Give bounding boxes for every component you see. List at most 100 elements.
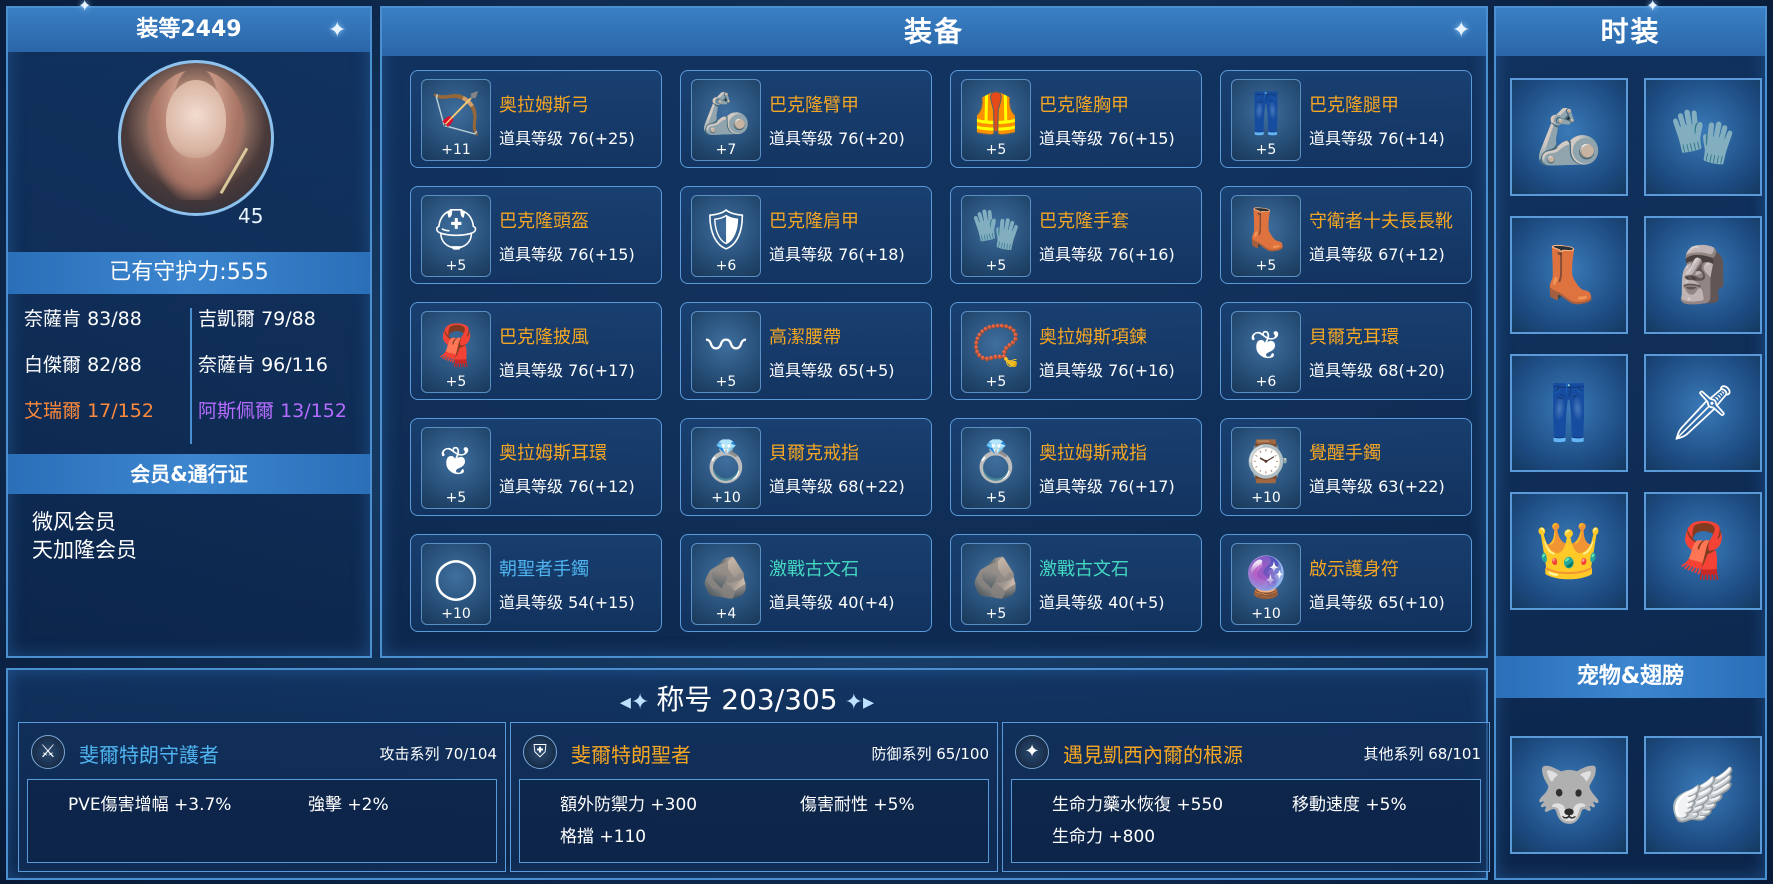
- stat-entry: 吉凱爾 79/88: [198, 304, 316, 331]
- pet-icon[interactable]: 🐺: [1510, 736, 1628, 854]
- item-name: 貝爾克戒指: [769, 443, 859, 464]
- enhance-level: +6: [715, 258, 737, 274]
- enhance-level: +10: [441, 606, 471, 622]
- title-bonus-box: 生命力藥水恢復 +550 移動速度 +5% 生命力 +800: [1011, 779, 1481, 863]
- equipment-slot[interactable]: 🪨 +5 激戰古文石道具等级 40(+5): [950, 534, 1202, 632]
- title-bonus: 強擊 +2%: [308, 795, 389, 815]
- earring-icon: ❦ +5: [421, 427, 491, 509]
- costume-mask-icon[interactable]: 🗿: [1644, 216, 1762, 334]
- item-level: 道具等级 40(+5): [1039, 593, 1165, 612]
- item-glyph: 🪨: [971, 555, 1021, 601]
- enhance-level: +5: [985, 142, 1007, 158]
- title-bonus: 傷害耐性 +5%: [800, 795, 915, 815]
- enhance-level: +10: [1251, 606, 1281, 622]
- costume-pants-icon[interactable]: 👖: [1510, 354, 1628, 472]
- item-name: 奥拉姆斯弓: [499, 95, 589, 116]
- item-level: 道具等级 76(+25): [499, 129, 635, 148]
- item-level-header: 装等2449: [8, 8, 370, 52]
- costume-boots-icon[interactable]: 👢: [1510, 216, 1628, 334]
- equipment-slot[interactable]: 🔮 +10 啟示護身符 道具等级 65(+10): [1220, 534, 1472, 632]
- stat-entry: 奈薩肯 83/88: [24, 304, 142, 331]
- title-bonus-box: PVE傷害增幅 +3.7% 強擊 +2%: [27, 779, 497, 863]
- equipment-slot[interactable]: ⌚ +10 覺醒手鐲 道具等级 63(+22): [1220, 418, 1472, 516]
- equipment-slot[interactable]: 👢 +5 守衛者十夫長長靴 道具等级 67(+12): [1220, 186, 1472, 284]
- costume-glove-icon[interactable]: 🧤: [1644, 78, 1762, 196]
- enhance-level: +7: [715, 142, 737, 158]
- item-level: 道具等级 54(+15): [499, 593, 635, 612]
- title-bonus: 格擋 +110: [560, 827, 647, 847]
- title-name: 斐爾特朗聖者: [571, 743, 691, 767]
- item-level: 道具等级 76(+17): [499, 361, 635, 380]
- item-glyph: 🏹: [431, 91, 481, 137]
- vip-line: 微风会员: [32, 510, 116, 534]
- equipment-slot[interactable]: 🏹 +11 奥拉姆斯弓道具等级 76(+25): [410, 70, 662, 168]
- equipment-slot[interactable]: 📿 +5 奥拉姆斯項鍊 道具等级 76(+16): [950, 302, 1202, 400]
- title-card[interactable]: ⚔ 斐爾特朗守護者 攻击系列 70/104 PVE傷害增幅 +3.7% 強擊 +2%: [18, 722, 506, 872]
- bracer-icon: 🦾 +7: [691, 79, 761, 161]
- item-glyph: 💍: [701, 439, 751, 485]
- item-glyph: 🦾: [701, 91, 751, 137]
- equipment-slot[interactable]: 🧣 +5 巴克隆披風 道具等级 76(+17): [410, 302, 662, 400]
- vip-line: 天加隆会员: [32, 538, 137, 562]
- equipment-slot[interactable]: 💍 +10 貝爾克戒指 道具等级 68(+22): [680, 418, 932, 516]
- enhance-level: +11: [441, 142, 471, 158]
- costume-bracer-icon[interactable]: 🦾: [1510, 78, 1628, 196]
- item-glyph: ❦: [439, 439, 473, 485]
- enhance-level: +5: [445, 374, 467, 390]
- bracelet-icon: ◯ +10: [421, 543, 491, 625]
- item-name: 奥拉姆斯戒指: [1039, 443, 1147, 464]
- equipment-slot[interactable]: 〰 +5 高潔腰帶 道具等级 65(+5): [680, 302, 932, 400]
- equipment-slot[interactable]: 🪨 +4 激戰古文石 道具等级 40(+4): [680, 534, 932, 632]
- item-name: 巴克隆頭盔: [499, 211, 589, 232]
- title-card[interactable]: ⛨ 斐爾特朗聖者 防御系列 65/100 額外防禦力 +300 傷害耐性 +5% 格擋 +…: [510, 722, 998, 872]
- enhance-level: +5: [985, 606, 1007, 622]
- chest-armor-icon: 🦺 +5: [961, 79, 1031, 161]
- guard-power: 已有守护力:555: [8, 252, 370, 294]
- costume-weapon-icon[interactable]: 🗡: [1644, 354, 1762, 472]
- item-glyph: 🦺: [971, 91, 1021, 137]
- item-name: 覺醒手鐲: [1309, 443, 1381, 464]
- stat-name: 奈薩肯: [24, 308, 82, 330]
- title-name: 遇見凱西內爾的根源: [1063, 743, 1243, 767]
- stat-value: 17/152: [87, 400, 154, 422]
- shoulder-armor-icon: 🛡 +6: [691, 195, 761, 277]
- equipment-slot[interactable]: ◯ +10 朝聖者手鐲 道具等级 54(+15): [410, 534, 662, 632]
- wings-icon[interactable]: 🪽: [1644, 736, 1762, 854]
- enhance-level: +5: [985, 258, 1007, 274]
- item-level: 道具等级 76(+12): [499, 477, 635, 496]
- title-bonus: 額外防禦力 +300: [560, 795, 698, 815]
- cape-icon: 🧣 +5: [421, 311, 491, 393]
- equipment-slot[interactable]: 💍 +5 奥拉姆斯戒指 道具等级 76(+17): [950, 418, 1202, 516]
- item-name: 激戰古文石: [1039, 559, 1129, 580]
- equipment-slot[interactable]: 🦺 +5 巴克隆胸甲 道具等级 76(+15): [950, 70, 1202, 168]
- equipment-slot[interactable]: 🧤 +5 巴克隆手套 道具等级 76(+16): [950, 186, 1202, 284]
- costume-cape-icon[interactable]: 🧣: [1644, 492, 1762, 610]
- portrait-face: [166, 80, 226, 158]
- equipment-slot[interactable]: ❦ +5 奥拉姆斯耳環 道具等级 76(+12): [410, 418, 662, 516]
- sparkle-icon: ✦: [328, 18, 347, 43]
- equipment-slot[interactable]: 🦾 +7 巴克隆臂甲 道具等级 76(+20): [680, 70, 932, 168]
- stat-name: 奈薩肯: [198, 354, 256, 376]
- belt-icon: 〰 +5: [691, 311, 761, 393]
- rune-stone-icon: 🪨 +4: [691, 543, 761, 625]
- title-name: 斐爾特朗守護者: [79, 743, 219, 767]
- title-bonus: PVE傷害增幅 +3.7%: [68, 795, 232, 815]
- item-name: 高潔腰帶: [769, 327, 841, 348]
- equipment-slot[interactable]: 👖 +5 巴克隆腿甲 道具等级 76(+14): [1220, 70, 1472, 168]
- equipment-slot[interactable]: ❦ +6 貝爾克耳環 道具等级 68(+20): [1220, 302, 1472, 400]
- equipment-slot[interactable]: 🛡 +6 巴克隆肩甲 道具等级 76(+18): [680, 186, 932, 284]
- costume-circlet-icon[interactable]: 👑: [1510, 492, 1628, 610]
- title-bonus: 移動速度 +5%: [1292, 795, 1407, 815]
- item-level: 道具等级 76(+17): [1039, 477, 1175, 496]
- enhance-level: +6: [1255, 374, 1277, 390]
- item-level: 道具等级 40(+4): [769, 593, 895, 612]
- ornament-left-icon: ◂✦: [619, 690, 657, 715]
- title-card[interactable]: ✦ 遇見凱西內爾的根源 其他系列 68/101 生命力藥水恢復 +550 移動速度 +5…: [1002, 722, 1490, 872]
- vip-header: 会员&通行证: [8, 454, 370, 494]
- stat-entry: 艾瑞爾 17/152: [24, 396, 154, 423]
- equipment-slot[interactable]: ⛑ +5 巴克隆頭盔 道具等级 76(+15): [410, 186, 662, 284]
- item-level: 道具等级 68(+20): [1309, 361, 1445, 380]
- pet-wings-header: 宠物&翅膀: [1496, 656, 1765, 698]
- rune-stone-icon: 🪨 +5: [961, 543, 1031, 625]
- item-level: 道具等级 76(+14): [1309, 129, 1445, 148]
